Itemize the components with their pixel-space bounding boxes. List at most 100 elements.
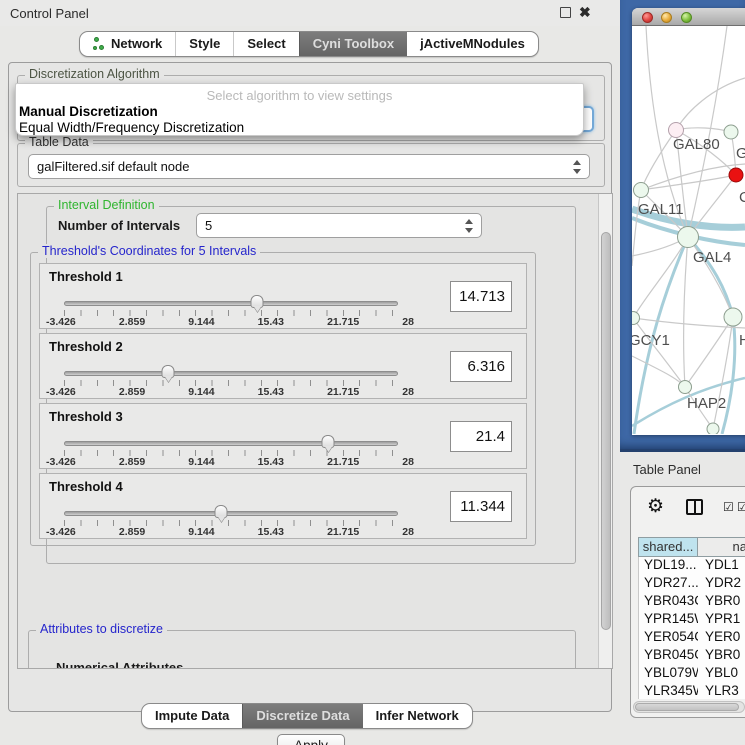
tab-network[interactable]: Network: [80, 32, 175, 56]
table-row[interactable]: YBR045CYBR0: [639, 647, 745, 665]
select-all-checkbox-icon[interactable]: ☑: [723, 501, 734, 513]
table-scrollbar-thumb[interactable]: [635, 703, 739, 711]
threshold-4-value-field[interactable]: 11.344: [450, 491, 512, 522]
panel-title: Control Panel: [10, 6, 89, 21]
cell[interactable]: YDL1: [698, 557, 745, 575]
cell[interactable]: YBR0: [698, 647, 745, 665]
minimize-traffic-light-icon[interactable]: [661, 12, 672, 23]
threshold-3-value-field[interactable]: 21.4: [450, 421, 512, 452]
algorithm-dropdown-popup: Select algorithm to view settings Manual…: [15, 83, 584, 136]
tick-label: 15.43: [258, 526, 284, 538]
number-of-intervals-value: 5: [205, 218, 212, 233]
zoom-traffic-light-icon[interactable]: [681, 12, 692, 23]
table-row[interactable]: YPR145WYPR1: [639, 611, 745, 629]
apply-button[interactable]: Apply: [277, 734, 345, 745]
cell[interactable]: YBR0: [698, 593, 745, 611]
gear-icon[interactable]: ⚙: [647, 497, 664, 516]
cell[interactable]: YBL079W: [639, 665, 698, 683]
panel-scrollbar[interactable]: [598, 194, 612, 668]
cell[interactable]: YER0: [698, 629, 745, 647]
tab-jactivemnodules[interactable]: jActiveMNodules: [407, 32, 538, 56]
cell[interactable]: YBR043C: [639, 593, 698, 611]
table-horizontal-scrollbar[interactable]: [633, 701, 745, 713]
panel-scrollbar-thumb[interactable]: [601, 232, 611, 630]
tab-jactivemnodules-label: jActiveMNodules: [420, 32, 525, 56]
threshold-1-label: Threshold 1: [49, 269, 123, 284]
table-data-combobox[interactable]: galFiltered.sif default node: [28, 154, 590, 179]
cell[interactable]: YLR345W: [639, 683, 698, 699]
threshold-3-slider[interactable]: [64, 441, 398, 446]
table-row[interactable]: YLR345WYLR3: [639, 683, 745, 699]
threshold-2-slider-knob[interactable]: [161, 365, 174, 378]
threshold-4-slider-knob[interactable]: [214, 505, 227, 518]
tab-impute-data-label: Impute Data: [155, 704, 229, 728]
node-hap2[interactable]: [678, 380, 692, 394]
tick-label: 9.144: [188, 386, 214, 398]
tick-label: 2.859: [119, 386, 145, 398]
node-partial-right[interactable]: [724, 308, 743, 327]
network-window-titlebar[interactable]: [632, 8, 745, 26]
table-row[interactable]: YER054CYER0: [639, 629, 745, 647]
tab-impute-data[interactable]: Impute Data: [142, 704, 242, 728]
node-label-partial-c: C: [739, 189, 745, 206]
table-toolbar: ⚙ ☑ ☑: [631, 487, 745, 531]
column-header-shared-name[interactable]: shared...: [639, 538, 698, 556]
threshold-2-slider[interactable]: [64, 371, 398, 376]
select-checkbox-icon[interactable]: ☑: [737, 501, 745, 513]
table-data-value: galFiltered.sif default node: [37, 159, 189, 174]
tab-discretize-data[interactable]: Discretize Data: [242, 704, 362, 728]
tab-infer-network[interactable]: Infer Network: [363, 704, 472, 728]
column-header-name[interactable]: na: [698, 538, 745, 556]
cell[interactable]: YPR1: [698, 611, 745, 629]
node-partial-bottom[interactable]: [707, 423, 720, 435]
network-canvas[interactable]: GAL80 GA C GAL11 GAL4 GCY1 H HAP2: [632, 26, 745, 434]
table-body: YDL19...YDL1 YDR27...YDR2 YBR043CYBR0 YP…: [638, 557, 745, 699]
cell[interactable]: YBL0: [698, 665, 745, 683]
combo-stepper-icon: [573, 160, 582, 174]
number-of-intervals-combobox[interactable]: 5: [196, 213, 482, 238]
node-gal11[interactable]: [633, 182, 649, 198]
node-red-selected[interactable]: [729, 168, 744, 183]
threshold-4-slider[interactable]: [64, 511, 398, 516]
tick-label: -3.426: [46, 386, 76, 398]
tick-label: 15.43: [258, 456, 284, 468]
table-row[interactable]: YBL079WYBL0: [639, 665, 745, 683]
tab-network-label: Network: [111, 32, 162, 56]
threshold-2-value-field[interactable]: 6.316: [450, 351, 512, 382]
table-row[interactable]: YBR043CYBR0: [639, 593, 745, 611]
tab-style[interactable]: Style: [175, 32, 233, 56]
cell[interactable]: YPR145W: [639, 611, 698, 629]
cell[interactable]: YDL19...: [639, 557, 698, 575]
tick-label: 21.715: [327, 316, 359, 328]
threshold-1-slider[interactable]: [64, 301, 398, 306]
threshold-1-slider-knob[interactable]: [250, 295, 263, 308]
tick-label: 21.715: [327, 526, 359, 538]
tab-infer-network-label: Infer Network: [376, 704, 459, 728]
close-traffic-light-icon[interactable]: [642, 12, 653, 23]
threshold-1-value-field[interactable]: 14.713: [450, 281, 512, 312]
table-row[interactable]: YDR27...YDR2: [639, 575, 745, 593]
cell[interactable]: YER054C: [639, 629, 698, 647]
tab-style-label: Style: [189, 32, 220, 56]
numerical-attributes-label: Numerical Attributes: [56, 660, 183, 669]
cell[interactable]: YLR3: [698, 683, 745, 699]
node-partial-top-right[interactable]: [724, 125, 739, 140]
node-gal4[interactable]: [677, 226, 699, 248]
table-panel: Table Panel ⚙ ☑ ☑ shared... na YDL19...Y…: [620, 452, 745, 745]
cell[interactable]: YDR2: [698, 575, 745, 593]
close-icon[interactable]: ✖: [579, 7, 591, 18]
table-row[interactable]: YDL19...YDL1: [639, 557, 745, 575]
float-window-icon[interactable]: [560, 7, 571, 18]
threshold-4-panel: Threshold 4 -3.4262.8599.14415.4321.7152…: [39, 473, 527, 539]
cell[interactable]: YBR045C: [639, 647, 698, 665]
threshold-3-slider-knob[interactable]: [321, 435, 334, 448]
tab-select[interactable]: Select: [233, 32, 298, 56]
discretization-algorithm-title: Discretization Algorithm: [25, 67, 164, 81]
tab-cyni-toolbox[interactable]: Cyni Toolbox: [299, 32, 407, 56]
node-label-partial-h: H: [739, 332, 745, 349]
cell[interactable]: YDR27...: [639, 575, 698, 593]
slider-tick-labels: -3.4262.8599.14415.4321.71528: [46, 316, 414, 328]
dropdown-option-equal-width-frequency[interactable]: Equal Width/Frequency Discretization: [19, 120, 244, 135]
columns-icon[interactable]: [686, 499, 703, 515]
dropdown-option-manual-discretization[interactable]: Manual Discretization: [19, 104, 158, 119]
